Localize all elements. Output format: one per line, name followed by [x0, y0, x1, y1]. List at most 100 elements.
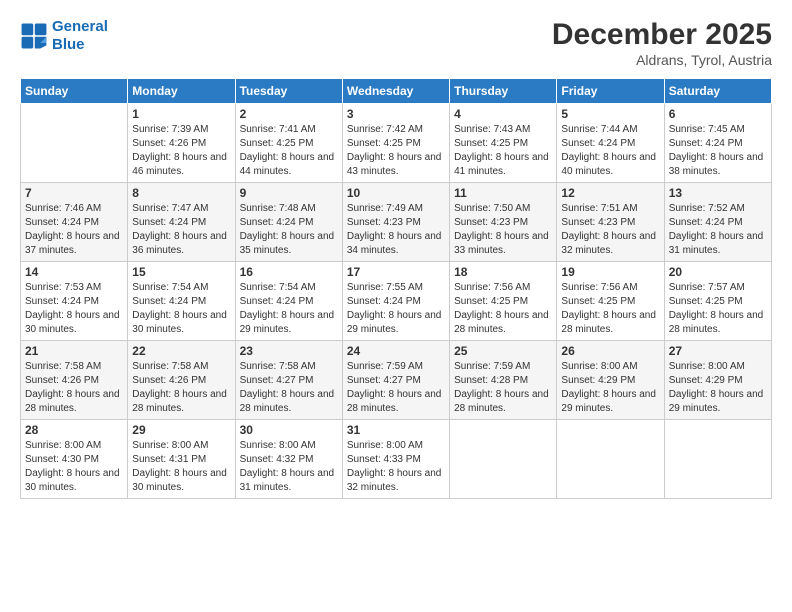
- day-number: 6: [669, 107, 767, 121]
- day-info: Sunrise: 7:56 AMSunset: 4:25 PMDaylight:…: [561, 281, 659, 337]
- day-info: Sunrise: 8:00 AMSunset: 4:30 PMDaylight:…: [25, 439, 123, 495]
- table-row: 20 Sunrise: 7:57 AMSunset: 4:25 PMDayligh…: [664, 262, 771, 341]
- col-thursday: Thursday: [450, 79, 557, 104]
- table-row: 28 Sunrise: 8:00 AMSunset: 4:30 PMDayligh…: [21, 420, 128, 499]
- day-info: Sunrise: 7:43 AMSunset: 4:25 PMDaylight:…: [454, 123, 552, 179]
- table-row: 12 Sunrise: 7:51 AMSunset: 4:23 PMDayligh…: [557, 183, 664, 262]
- col-monday: Monday: [128, 79, 235, 104]
- day-number: 25: [454, 344, 552, 358]
- table-row: [664, 420, 771, 499]
- day-info: Sunrise: 7:59 AMSunset: 4:27 PMDaylight:…: [347, 360, 445, 416]
- day-number: 18: [454, 265, 552, 279]
- table-row: 5 Sunrise: 7:44 AMSunset: 4:24 PMDaylight…: [557, 104, 664, 183]
- table-row: [557, 420, 664, 499]
- logo-blue: Blue: [52, 36, 85, 53]
- day-info: Sunrise: 7:49 AMSunset: 4:23 PMDaylight:…: [347, 202, 445, 258]
- day-info: Sunrise: 7:46 AMSunset: 4:24 PMDaylight:…: [25, 202, 123, 258]
- day-info: Sunrise: 7:54 AMSunset: 4:24 PMDaylight:…: [240, 281, 338, 337]
- day-number: 1: [132, 107, 230, 121]
- logo: General Blue: [20, 18, 108, 54]
- day-number: 28: [25, 423, 123, 437]
- table-row: 16 Sunrise: 7:54 AMSunset: 4:24 PMDayligh…: [235, 262, 342, 341]
- table-row: 25 Sunrise: 7:59 AMSunset: 4:28 PMDayligh…: [450, 341, 557, 420]
- day-info: Sunrise: 7:58 AMSunset: 4:26 PMDaylight:…: [25, 360, 123, 416]
- day-number: 19: [561, 265, 659, 279]
- day-number: 12: [561, 186, 659, 200]
- table-row: 10 Sunrise: 7:49 AMSunset: 4:23 PMDayligh…: [342, 183, 449, 262]
- day-info: Sunrise: 8:00 AMSunset: 4:29 PMDaylight:…: [561, 360, 659, 416]
- table-row: [450, 420, 557, 499]
- table-row: 1 Sunrise: 7:39 AMSunset: 4:26 PMDaylight…: [128, 104, 235, 183]
- table-row: 3 Sunrise: 7:42 AMSunset: 4:25 PMDaylight…: [342, 104, 449, 183]
- day-info: Sunrise: 8:00 AMSunset: 4:31 PMDaylight:…: [132, 439, 230, 495]
- logo-text: General Blue: [52, 18, 108, 54]
- day-info: Sunrise: 7:52 AMSunset: 4:24 PMDaylight:…: [669, 202, 767, 258]
- day-info: Sunrise: 7:48 AMSunset: 4:24 PMDaylight:…: [240, 202, 338, 258]
- table-row: [21, 104, 128, 183]
- day-number: 22: [132, 344, 230, 358]
- table-row: 8 Sunrise: 7:47 AMSunset: 4:24 PMDaylight…: [128, 183, 235, 262]
- calendar-week-row: 28 Sunrise: 8:00 AMSunset: 4:30 PMDayligh…: [21, 420, 772, 499]
- day-info: Sunrise: 7:59 AMSunset: 4:28 PMDaylight:…: [454, 360, 552, 416]
- col-saturday: Saturday: [664, 79, 771, 104]
- table-row: 23Sunrise: 7:58 AMSunset: 4:27 PMDayligh…: [235, 341, 342, 420]
- day-number: 15: [132, 265, 230, 279]
- day-number: 27: [669, 344, 767, 358]
- day-info: Sunrise: 7:50 AMSunset: 4:23 PMDaylight:…: [454, 202, 552, 258]
- logo-icon: [20, 22, 48, 50]
- month-title: December 2025: [552, 18, 772, 52]
- day-info: Sunrise: 7:41 AMSunset: 4:25 PMDaylight:…: [240, 123, 338, 179]
- day-number: 24: [347, 344, 445, 358]
- day-info: Sunrise: 7:58 AMSunset: 4:26 PMDaylight:…: [132, 360, 230, 416]
- day-info: Sunrise: 8:00 AMSunset: 4:32 PMDaylight:…: [240, 439, 338, 495]
- day-info: Sunrise: 7:47 AMSunset: 4:24 PMDaylight:…: [132, 202, 230, 258]
- day-number: 14: [25, 265, 123, 279]
- day-number: 5: [561, 107, 659, 121]
- table-row: 13 Sunrise: 7:52 AMSunset: 4:24 PMDayligh…: [664, 183, 771, 262]
- day-number: 23: [240, 344, 338, 358]
- col-tuesday: Tuesday: [235, 79, 342, 104]
- table-row: 15 Sunrise: 7:54 AMSunset: 4:24 PMDayligh…: [128, 262, 235, 341]
- day-info: Sunrise: 7:53 AMSunset: 4:24 PMDaylight:…: [25, 281, 123, 337]
- calendar-week-row: 1 Sunrise: 7:39 AMSunset: 4:26 PMDaylight…: [21, 104, 772, 183]
- day-info: Sunrise: 7:55 AMSunset: 4:24 PMDaylight:…: [347, 281, 445, 337]
- day-number: 10: [347, 186, 445, 200]
- col-friday: Friday: [557, 79, 664, 104]
- table-row: 21Sunrise: 7:58 AMSunset: 4:26 PMDayligh…: [21, 341, 128, 420]
- table-row: 26 Sunrise: 8:00 AMSunset: 4:29 PMDayligh…: [557, 341, 664, 420]
- day-number: 13: [669, 186, 767, 200]
- day-info: Sunrise: 7:51 AMSunset: 4:23 PMDaylight:…: [561, 202, 659, 258]
- calendar-week-row: 7 Sunrise: 7:46 AMSunset: 4:24 PMDaylight…: [21, 183, 772, 262]
- logo-general: General: [52, 18, 108, 35]
- table-row: 30Sunrise: 8:00 AMSunset: 4:32 PMDayligh…: [235, 420, 342, 499]
- title-block: December 2025 Aldrans, Tyrol, Austria: [552, 18, 772, 68]
- day-number: 3: [347, 107, 445, 121]
- table-row: 11 Sunrise: 7:50 AMSunset: 4:23 PMDayligh…: [450, 183, 557, 262]
- day-info: Sunrise: 8:00 AMSunset: 4:33 PMDaylight:…: [347, 439, 445, 495]
- day-number: 2: [240, 107, 338, 121]
- day-number: 9: [240, 186, 338, 200]
- day-info: Sunrise: 7:54 AMSunset: 4:24 PMDaylight:…: [132, 281, 230, 337]
- table-row: 24 Sunrise: 7:59 AMSunset: 4:27 PMDayligh…: [342, 341, 449, 420]
- day-number: 26: [561, 344, 659, 358]
- day-info: Sunrise: 7:45 AMSunset: 4:24 PMDaylight:…: [669, 123, 767, 179]
- table-row: 4Sunrise: 7:43 AMSunset: 4:25 PMDaylight…: [450, 104, 557, 183]
- day-info: Sunrise: 7:57 AMSunset: 4:25 PMDaylight:…: [669, 281, 767, 337]
- day-info: Sunrise: 7:42 AMSunset: 4:25 PMDaylight:…: [347, 123, 445, 179]
- day-number: 8: [132, 186, 230, 200]
- table-row: 29 Sunrise: 8:00 AMSunset: 4:31 PMDayligh…: [128, 420, 235, 499]
- table-row: 22 Sunrise: 7:58 AMSunset: 4:26 PMDayligh…: [128, 341, 235, 420]
- day-number: 7: [25, 186, 123, 200]
- table-row: 9 Sunrise: 7:48 AMSunset: 4:24 PMDaylight…: [235, 183, 342, 262]
- col-wednesday: Wednesday: [342, 79, 449, 104]
- day-info: Sunrise: 7:39 AMSunset: 4:26 PMDaylight:…: [132, 123, 230, 179]
- table-row: 14 Sunrise: 7:53 AMSunset: 4:24 PMDayligh…: [21, 262, 128, 341]
- day-number: 16: [240, 265, 338, 279]
- day-number: 20: [669, 265, 767, 279]
- calendar-week-row: 14 Sunrise: 7:53 AMSunset: 4:24 PMDayligh…: [21, 262, 772, 341]
- day-info: Sunrise: 7:44 AMSunset: 4:24 PMDaylight:…: [561, 123, 659, 179]
- table-row: 19 Sunrise: 7:56 AMSunset: 4:25 PMDayligh…: [557, 262, 664, 341]
- day-number: 11: [454, 186, 552, 200]
- calendar-week-row: 21Sunrise: 7:58 AMSunset: 4:26 PMDayligh…: [21, 341, 772, 420]
- day-number: 29: [132, 423, 230, 437]
